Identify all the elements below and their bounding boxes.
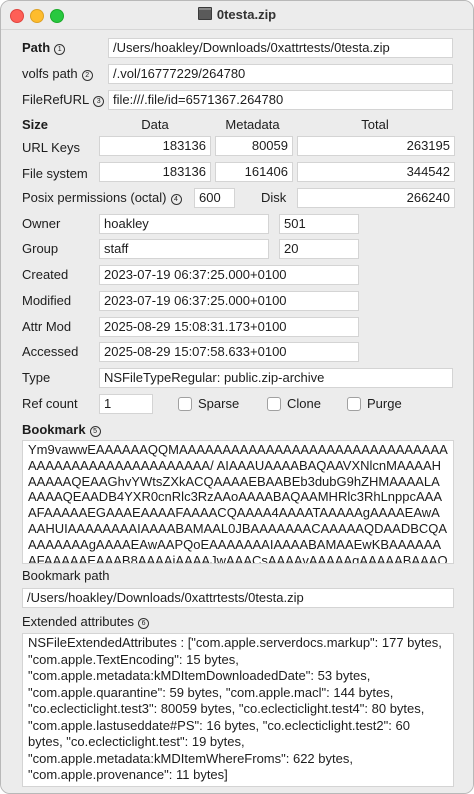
data-column-header: Data	[141, 117, 169, 132]
type-field[interactable]: NSFileTypeRegular: public.zip-archive	[99, 368, 453, 388]
url-keys-metadata-field[interactable]: 80059	[215, 136, 293, 156]
bookmark-path-label: Bookmark path	[22, 568, 110, 583]
bookmark-label: Bookmark 5	[22, 422, 101, 437]
extended-attributes-textarea[interactable]: NSFileExtendedAttributes : ["com.apple.s…	[22, 633, 454, 787]
created-label: Created	[22, 267, 69, 282]
metadata-column-header: Metadata	[225, 117, 280, 132]
window-title: 0testa.zip	[216, 7, 277, 22]
sparse-checkbox[interactable]	[178, 397, 192, 411]
attr-mod-label: Attr Mod	[22, 319, 72, 334]
ref-count-label: Ref count	[22, 396, 78, 411]
file-system-total-field[interactable]: 344542	[297, 162, 455, 182]
total-column-header: Total	[361, 117, 389, 132]
modified-field[interactable]: 2023-07-19 06:37:25.000+0100	[99, 291, 359, 311]
posix-permissions-label: Posix permissions (octal) 4	[22, 190, 182, 205]
accessed-label: Accessed	[22, 344, 79, 359]
volfs-label: volfs path 2	[22, 66, 93, 81]
info-1-icon[interactable]: 1	[54, 44, 66, 55]
purge-checkbox[interactable]	[347, 397, 361, 411]
size-label: Size	[22, 117, 49, 132]
url-keys-label: URL Keys	[22, 140, 81, 155]
file-system-metadata-field[interactable]: 161406	[215, 162, 293, 182]
filerefurl-field[interactable]: file:///.file/id=6571367.264780	[108, 90, 453, 110]
url-keys-total-field[interactable]: 263195	[297, 136, 455, 156]
disk-field[interactable]: 266240	[297, 188, 455, 208]
info-2-icon[interactable]: 2	[81, 70, 93, 81]
info-3-icon[interactable]: 3	[93, 96, 105, 107]
accessed-field[interactable]: 2025-08-29 15:07:58.633+0100	[99, 342, 359, 362]
path-label: Path 1	[22, 40, 66, 55]
purge-label: Purge	[367, 396, 402, 411]
sparse-label: Sparse	[198, 396, 240, 411]
group-id-field[interactable]: 20	[279, 239, 359, 259]
created-field[interactable]: 2023-07-19 06:37:25.000+0100	[99, 265, 359, 285]
bookmark-path-field[interactable]: /Users/hoakley/Downloads/0xattrtests/0te…	[22, 588, 454, 608]
group-name-field[interactable]: staff	[99, 239, 269, 259]
file-system-data-field[interactable]: 183136	[99, 162, 211, 182]
info-4-icon[interactable]: 4	[170, 194, 182, 205]
file-system-label: File system	[22, 166, 88, 181]
clone-checkbox[interactable]	[267, 397, 281, 411]
inspector-window: 0testa.zip Path 1 /Users/hoakley/Download…	[0, 0, 474, 794]
ref-count-field[interactable]: 1	[99, 394, 153, 414]
clone-label: Clone	[287, 396, 321, 411]
group-label: Group	[22, 241, 59, 256]
info-5-icon[interactable]: 5	[89, 426, 101, 437]
archive-file-icon	[197, 7, 212, 20]
content-area: Path 1 /Users/hoakley/Downloads/0xattrtes…	[1, 30, 473, 793]
volfs-field[interactable]: /.vol/16777229/264780	[108, 64, 453, 84]
owner-name-field[interactable]: hoakley	[99, 214, 269, 234]
type-label: Type	[22, 370, 51, 385]
info-6-icon[interactable]: 6	[138, 618, 150, 629]
posix-permissions-field[interactable]: 600	[194, 188, 235, 208]
extended-attributes-label: Extended attributes 6	[22, 614, 150, 629]
owner-label: Owner	[22, 216, 61, 231]
url-keys-data-field[interactable]: 183136	[99, 136, 211, 156]
disk-label: Disk	[261, 190, 287, 205]
owner-id-field[interactable]: 501	[279, 214, 359, 234]
attr-mod-field[interactable]: 2025-08-29 15:08:31.173+0100	[99, 317, 359, 337]
bookmark-textarea[interactable]: Ym9vawwEAAAAAAQQMAAAAAAAAAAAAAAAAAAAAAAA…	[22, 440, 454, 564]
window-title-group: 0testa.zip	[1, 7, 473, 22]
filerefurl-label: FileRefURL 3	[22, 92, 105, 107]
title-bar: 0testa.zip	[1, 1, 473, 30]
path-field[interactable]: /Users/hoakley/Downloads/0xattrtests/0te…	[108, 38, 453, 58]
modified-label: Modified	[22, 293, 72, 308]
